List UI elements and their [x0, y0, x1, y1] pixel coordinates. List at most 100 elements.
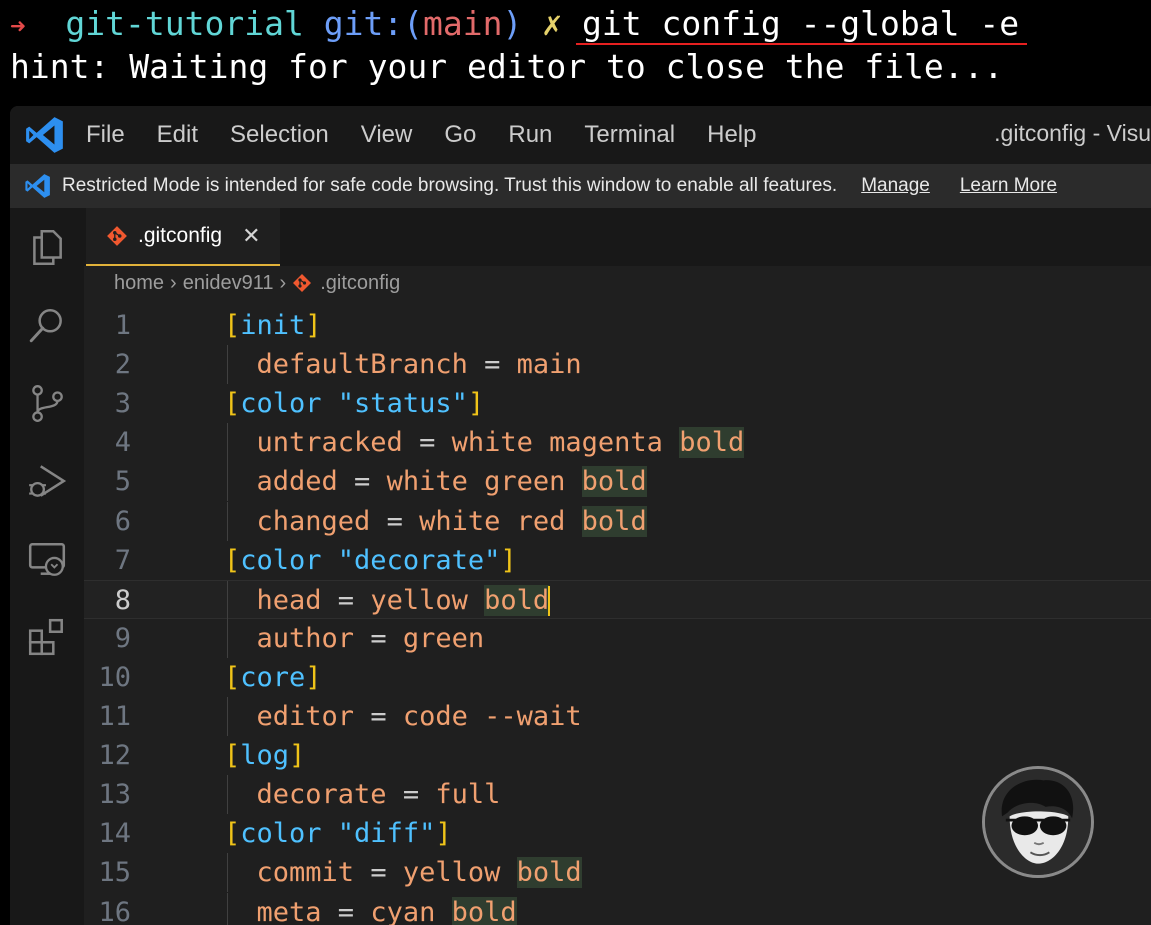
equals-operator: = — [370, 505, 420, 537]
line-code: changed = white red bold — [224, 502, 647, 541]
menu-edit[interactable]: Edit — [157, 121, 198, 149]
menu-view[interactable]: View — [361, 121, 413, 149]
line-code: head = yellow bold — [224, 581, 551, 620]
terminal: ➜ git-tutorial git:(main) ✗ git config -… — [0, 0, 1151, 106]
config-key: meta — [256, 896, 322, 925]
manage-link[interactable]: Manage — [861, 175, 930, 197]
command-underline — [576, 43, 1028, 45]
config-value: white magenta — [451, 427, 663, 459]
equals-operator: = — [467, 349, 517, 381]
line-number: 3 — [114, 388, 131, 420]
line-code: editor = code --wait — [224, 697, 582, 736]
line-code: [color "decorate"] — [224, 541, 517, 580]
config-value: code --wait — [402, 701, 582, 732]
config-value: white green — [386, 466, 566, 498]
section-name: color "status" — [240, 388, 468, 420]
section-bracket: [ — [224, 661, 241, 693]
menu-run[interactable]: Run — [508, 121, 552, 149]
config-key: changed — [256, 505, 371, 537]
breadcrumb-item-file[interactable]: .gitconfig — [320, 272, 400, 295]
code-line[interactable]: 15 commit = yellow bold — [84, 853, 1151, 893]
line-number: 14 — [98, 818, 131, 850]
section-bracket: ] — [500, 544, 517, 576]
line-number: 4 — [114, 427, 131, 459]
config-key: commit — [256, 857, 355, 889]
section-bracket: [ — [224, 740, 241, 772]
breadcrumb-item-home[interactable]: home — [114, 272, 164, 295]
config-value: main — [516, 349, 582, 381]
code-line[interactable]: 8 head = yellow bold — [84, 579, 1151, 620]
code-line[interactable]: 3 [color "status"] — [84, 384, 1151, 423]
tab-gitconfig[interactable]: .gitconfig ✕ — [86, 208, 280, 266]
line-number: 1 — [114, 310, 131, 341]
line-number: 12 — [98, 740, 131, 772]
config-value: yellow — [402, 857, 501, 889]
prompt-git-prefix: git:( — [323, 4, 424, 43]
config-key: head — [256, 584, 322, 616]
breadcrumb-item-user[interactable]: enidev911 — [183, 272, 274, 295]
line-number: 7 — [114, 544, 131, 576]
titlebar: File Edit Selection View Go Run Terminal… — [10, 106, 1151, 164]
section-name: core — [240, 661, 306, 693]
prompt-directory: git-tutorial — [65, 4, 304, 43]
equals-operator: = — [386, 779, 436, 811]
prompt-arrow-icon: ➜ — [10, 12, 26, 42]
menu-file[interactable]: File — [86, 121, 125, 149]
chevron-right-icon: › — [170, 271, 177, 294]
code-line[interactable]: 6 changed = white red bold — [84, 501, 1151, 541]
git-file-icon — [293, 274, 312, 292]
config-value-bold: bold — [581, 505, 647, 537]
line-code: [core] — [224, 658, 322, 697]
line-number: 6 — [114, 505, 131, 537]
code-line[interactable]: 7 [color "decorate"] — [84, 541, 1151, 580]
equals-operator: = — [321, 584, 371, 616]
config-key: untracked — [256, 427, 403, 459]
config-key: editor — [256, 701, 355, 732]
menu-selection[interactable]: Selection — [230, 121, 329, 149]
section-bracket: ] — [289, 740, 306, 772]
vscode-window: File Edit Selection View Go Run Terminal… — [10, 106, 1151, 925]
tabs-bar: .gitconfig ✕ — [84, 208, 1151, 266]
learn-more-link[interactable]: Learn More — [960, 175, 1057, 197]
code-line[interactable]: 1 [init] — [84, 306, 1151, 345]
line-code: [init] — [224, 306, 322, 345]
window-title: .gitconfig - Visu — [994, 120, 1151, 146]
line-code: untracked = white magenta bold — [224, 423, 745, 462]
code-line[interactable]: 10 [core] — [84, 658, 1151, 697]
code-line[interactable]: 2 defaultBranch = main — [84, 345, 1151, 385]
code-line[interactable]: 16 meta = cyan bold — [84, 892, 1151, 925]
line-code: author = green — [224, 619, 485, 658]
menu-go[interactable]: Go — [444, 121, 476, 149]
terminal-command: git config --global -e — [576, 4, 1028, 45]
files-icon[interactable] — [26, 226, 68, 268]
section-bracket: [ — [224, 310, 241, 341]
section-name: init — [240, 310, 306, 341]
git-file-icon — [107, 226, 127, 246]
chevron-right-icon: › — [279, 271, 287, 294]
section-bracket: ] — [305, 661, 322, 693]
equals-operator: = — [354, 622, 403, 654]
code-line[interactable]: 5 added = white green bold — [84, 462, 1151, 502]
code-line[interactable]: 12 [log] — [84, 736, 1151, 775]
line-number: 5 — [114, 466, 131, 498]
equals-operator: = — [354, 701, 403, 732]
line-code: [color "status"] — [224, 384, 484, 423]
vscode-logo-icon — [26, 117, 63, 153]
section-bracket: ] — [435, 818, 452, 850]
code-line[interactable]: 9 author = green — [84, 618, 1151, 658]
close-icon[interactable]: ✕ — [242, 223, 260, 249]
banner-text: Restricted Mode is intended for safe cod… — [62, 175, 838, 196]
section-bracket: ] — [305, 310, 322, 341]
code-line[interactable]: 4 untracked = white magenta bold — [84, 423, 1151, 463]
equals-operator: = — [337, 466, 387, 498]
prompt-line: ➜ git-tutorial git:(main) ✗ git config -… — [10, 4, 1028, 47]
section-name: color "decorate" — [240, 544, 501, 576]
line-number: 8 — [114, 584, 131, 616]
code-line[interactable]: 11 editor = code --wait — [84, 697, 1151, 736]
menu-terminal[interactable]: Terminal — [584, 121, 675, 149]
line-number: 10 — [98, 661, 131, 693]
vscode-logo-icon — [25, 174, 50, 198]
config-value-bold: bold — [581, 466, 647, 498]
line-number: 9 — [114, 622, 131, 654]
menu-help[interactable]: Help — [707, 121, 756, 149]
